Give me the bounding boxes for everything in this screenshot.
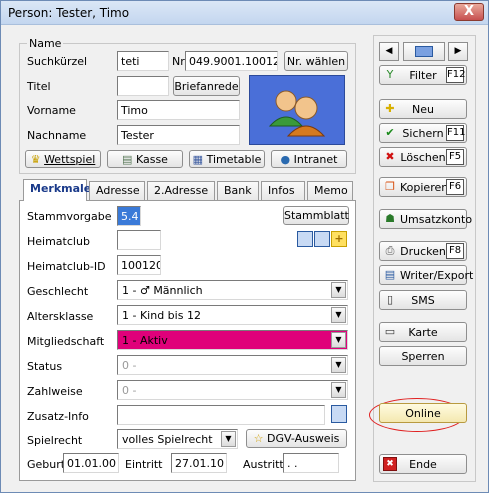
kopieren-button[interactable]: ❐ Kopieren F6 <box>379 177 467 197</box>
stammvorgabe-label: Stammvorgabe <box>27 210 112 223</box>
search-icon[interactable] <box>314 231 330 247</box>
eintritt-label: Eintritt <box>125 458 163 471</box>
filter-button[interactable]: Y Filter F12 <box>379 65 467 85</box>
trophy-icon: ♛ <box>30 153 41 166</box>
ende-button[interactable]: ✖ Ende <box>379 454 467 474</box>
copy-icon: ❐ <box>385 180 395 193</box>
sms-button[interactable]: ▯ SMS <box>379 290 467 310</box>
chevron-down-icon[interactable]: ▼ <box>331 357 346 373</box>
eintritt-input[interactable]: 27.01.10 <box>171 453 227 473</box>
calendar-icon: ▦ <box>192 153 204 166</box>
tab-adresse[interactable]: Adresse <box>89 181 145 200</box>
altersklasse-label: Altersklasse <box>27 310 94 323</box>
geschlecht-select[interactable]: 1 - ♂ Männlich ▼ <box>117 280 348 300</box>
status-label: Status <box>27 360 63 373</box>
online-button[interactable]: Online <box>379 403 467 423</box>
mitgliedschaft-label: Mitgliedschaft <box>27 335 105 348</box>
kasse-button[interactable]: ▤ Kasse <box>107 150 183 168</box>
drucken-button[interactable]: ⎙ Drucken F8 <box>379 241 467 261</box>
tab-memo[interactable]: Memo <box>307 181 353 200</box>
austritt-label: Austritt <box>243 458 284 471</box>
record-list-icon[interactable] <box>403 42 445 61</box>
zahlweise-label: Zahlweise <box>27 385 83 398</box>
suchkuerzel-label: Suchkürzel <box>27 55 88 68</box>
delete-icon: ✖ <box>385 150 395 163</box>
spielrecht-label: Spielrecht <box>27 434 83 447</box>
next-record-icon[interactable]: ▶ <box>448 42 468 61</box>
heimatclub-label: Heimatclub <box>27 235 90 248</box>
sperren-button[interactable]: Sperren <box>379 346 467 366</box>
heimatclub-id-label: Heimatclub-ID <box>27 260 106 273</box>
add-icon[interactable]: + <box>331 231 347 247</box>
nachname-label: Nachname <box>27 129 87 142</box>
briefanrede-button[interactable]: Briefanrede <box>173 76 240 96</box>
heimatclub-input[interactable] <box>117 230 161 250</box>
cash-icon: ▤ <box>122 153 133 166</box>
geburt-label: Geburt <box>27 458 66 471</box>
status-select[interactable]: 0 - ▼ <box>117 355 348 375</box>
mitgliedschaft-select[interactable]: 1 - Aktiv ▼ <box>117 330 348 350</box>
vorname-label: Vorname <box>27 104 76 117</box>
wettspiel-button[interactable]: ♛ Wettspiel <box>25 150 101 168</box>
card-icon: ▭ <box>384 325 396 338</box>
previous-record-icon[interactable]: ◀ <box>379 42 399 61</box>
nachname-input[interactable]: Tester <box>117 125 240 145</box>
title-bar: Person: Tester, Timo X <box>1 1 488 25</box>
person-avatar-picture[interactable] <box>249 75 345 145</box>
suchkuerzel-input[interactable]: teti <box>117 51 169 71</box>
name-group-legend: Name <box>27 37 64 50</box>
sichern-button[interactable]: ✔ Sichern F11 <box>379 123 467 143</box>
nr-input[interactable]: 049.9001.100120 <box>185 51 278 71</box>
vorname-input[interactable]: Timo <box>117 100 240 120</box>
star-icon: ☆ <box>253 432 264 445</box>
altersklasse-select[interactable]: 1 - Kind bis 12 ▼ <box>117 305 348 325</box>
zusatz-info-label: Zusatz-Info <box>27 410 89 423</box>
list-icon[interactable] <box>331 405 347 423</box>
zusatz-info-input[interactable] <box>117 405 325 425</box>
filter-icon: Y <box>386 68 394 81</box>
printer-icon: ⎙ <box>385 244 395 257</box>
heimatclub-id-input[interactable]: 100120 <box>117 255 161 275</box>
stammvorgabe-input[interactable]: 5.4 <box>117 206 141 226</box>
intranet-button[interactable]: ● Intranet <box>271 150 347 168</box>
loeschen-button[interactable]: ✖ Löschen F5 <box>379 147 467 167</box>
exit-icon: ✖ <box>383 457 397 471</box>
titel-input[interactable] <box>117 76 169 96</box>
people-icon <box>268 90 326 137</box>
austritt-input[interactable]: . . <box>283 453 339 473</box>
tab-bank[interactable]: Bank <box>217 181 259 200</box>
checkmark-icon: ✔ <box>385 126 395 139</box>
nr-waehlen-button[interactable]: Nr. wählen <box>284 51 348 71</box>
phone-icon: ▯ <box>386 293 394 306</box>
spielrecht-select[interactable]: volles Spielrecht ▼ <box>117 429 238 449</box>
dgv-ausweis-button[interactable]: ☆ DGV-Ausweis <box>246 429 347 448</box>
geschlecht-label: Geschlecht <box>27 285 89 298</box>
umsatzkonto-button[interactable]: ☗ Umsatzkonto <box>379 209 472 229</box>
geburt-input[interactable]: 01.01.00 <box>63 453 119 473</box>
close-button[interactable]: X <box>454 3 484 21</box>
tab-2-adresse[interactable]: 2.Adresse <box>147 181 215 200</box>
tab-infos[interactable]: Infos <box>261 181 305 200</box>
zahlweise-select[interactable]: 0 - ▼ <box>117 380 348 400</box>
stammblatt-button[interactable]: Stammblatt <box>283 206 349 225</box>
karte-button[interactable]: ▭ Karte <box>379 322 467 342</box>
neu-button[interactable]: ✚ Neu <box>379 99 467 119</box>
chevron-down-icon[interactable]: ▼ <box>331 332 346 348</box>
chevron-down-icon[interactable]: ▼ <box>331 282 346 298</box>
window-title: Person: Tester, Timo <box>8 6 130 20</box>
person-window: Person: Tester, Timo X Name Suchkürzel t… <box>0 0 489 493</box>
globe-icon: ● <box>280 153 291 166</box>
nr-label: Nr <box>172 55 185 68</box>
document-icon: ▤ <box>384 268 396 281</box>
chevron-down-icon[interactable]: ▼ <box>221 431 236 447</box>
account-icon: ☗ <box>385 212 395 225</box>
writer-export-button[interactable]: ▤ Writer/Export <box>379 265 473 285</box>
list-icon[interactable] <box>297 231 313 247</box>
tab-merkmale[interactable]: Merkmale <box>23 179 91 201</box>
chevron-down-icon[interactable]: ▼ <box>331 382 346 398</box>
timetable-button[interactable]: ▦ Timetable <box>189 150 265 168</box>
titel-label: Titel <box>27 80 51 93</box>
new-icon: ✚ <box>385 102 395 115</box>
chevron-down-icon[interactable]: ▼ <box>331 307 346 323</box>
